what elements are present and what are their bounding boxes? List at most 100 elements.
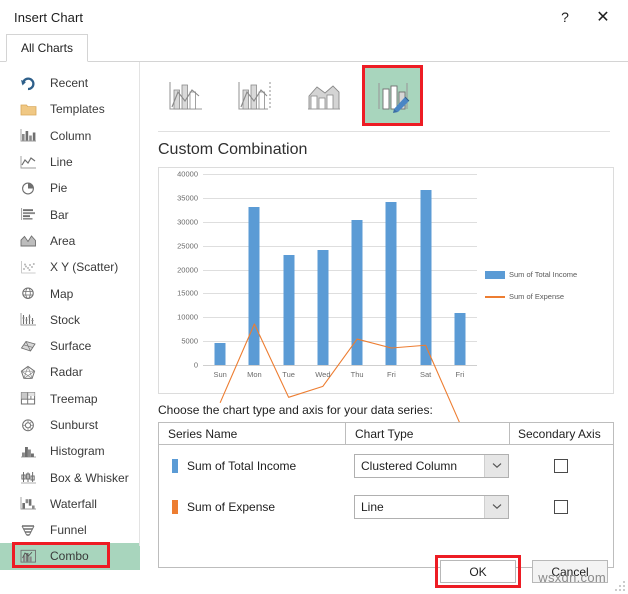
- sidebar-item-label: Bar: [50, 207, 69, 222]
- sidebar-item-label: Sunburst: [50, 418, 99, 432]
- secondary-axis-checkbox[interactable]: [554, 499, 568, 514]
- sidebar-item-label: Box & Whisker: [50, 470, 129, 485]
- surface-icon: [18, 337, 38, 355]
- sidebar-item-bar[interactable]: Bar: [0, 201, 140, 227]
- column-chart-icon: [18, 127, 38, 145]
- sidebar-item-column[interactable]: Column: [0, 123, 140, 149]
- sidebar-item-treemap[interactable]: Treemap: [0, 386, 140, 412]
- dialog-footer: OK Cancel wsxdn.com: [0, 546, 628, 594]
- dialog-body: Recent Templates Column Line Pie Bar Area X Y (…: [0, 62, 628, 570]
- sidebar-item-label: Recent: [50, 76, 89, 91]
- bar-chart-icon: [18, 206, 38, 224]
- sidebar-item-x-y-scatter[interactable]: X Y (Scatter): [0, 254, 140, 280]
- legend-item: Sum of Expense: [485, 292, 603, 301]
- legend-label: Sum of Expense: [509, 292, 565, 301]
- sidebar-item-waterfall[interactable]: Waterfall: [0, 491, 140, 517]
- sidebar-item-sunburst[interactable]: Sunburst: [0, 412, 140, 438]
- sidebar-item-recent[interactable]: Recent: [0, 70, 140, 96]
- sidebar-item-label: Stock: [50, 312, 81, 327]
- legend-label: Sum of Total Income: [509, 270, 578, 279]
- treemap-icon: [18, 390, 38, 408]
- ok-button[interactable]: OK: [440, 560, 516, 583]
- pie-chart-icon: [18, 179, 38, 197]
- sidebar-item-line[interactable]: Line: [0, 149, 140, 175]
- x-axis-tick: Sat: [419, 370, 432, 379]
- column-header-secondary-axis: Secondary Axis: [509, 423, 613, 444]
- series-row: Sum of Expense Line: [159, 486, 613, 527]
- plot-area: 0 5000 10000 15000 20000 25000 30000 35000 40000…: [163, 170, 483, 389]
- help-button[interactable]: ?: [546, 2, 584, 32]
- tab-strip: All Charts: [0, 34, 628, 62]
- series-color-chip: [172, 458, 178, 473]
- sidebar-item-pie[interactable]: Pie: [0, 175, 140, 201]
- x-axis-tick: Tue: [282, 370, 295, 379]
- y-axis-tick: 25000: [177, 241, 198, 251]
- combo-subtype-thumbnails: [150, 62, 614, 131]
- sidebar-item-label: Histogram: [50, 444, 105, 459]
- thumbnail-clustered-column-line-secondary[interactable]: [227, 68, 282, 123]
- y-axis-tick: 30000: [177, 217, 198, 227]
- y-axis-tick: 10000: [177, 312, 198, 322]
- thumbnail-custom-combination[interactable]: [362, 65, 423, 126]
- sidebar-item-label: Area: [50, 233, 76, 248]
- sidebar-item-label: Map: [50, 286, 74, 301]
- sidebar-item-templates[interactable]: Templates: [0, 96, 140, 122]
- series-type-cell: Line: [345, 494, 509, 519]
- y-axis-tick: 0: [193, 360, 198, 370]
- x-axis-tick: Fri: [455, 370, 465, 379]
- legend-swatch: [485, 270, 505, 279]
- waterfall-icon: [18, 495, 38, 513]
- tab-all-charts[interactable]: All Charts: [6, 34, 89, 62]
- sidebar-item-label: Pie: [50, 181, 68, 196]
- legend-swatch: [485, 295, 505, 298]
- series-table-header: Series Name Chart Type Secondary Axis: [159, 423, 613, 445]
- chart-type-dropdown[interactable]: Clustered Column: [354, 453, 509, 478]
- series-name-label: Sum of Total Income: [187, 458, 297, 473]
- sidebar-item-surface[interactable]: Surface: [0, 333, 140, 359]
- watermark: wsxdn.com: [538, 570, 606, 585]
- y-axis-tick: 40000: [177, 169, 198, 179]
- series-color-chip: [172, 499, 178, 514]
- x-axis-tick: Thu: [350, 370, 364, 379]
- chart-preview-pane: Custom Combination 0 5000 10000 15000 20000 2…: [140, 62, 628, 568]
- sidebar-item-histogram[interactable]: Histogram: [0, 438, 140, 464]
- line-series: [203, 174, 477, 448]
- sidebar-item-label: Treemap: [50, 391, 98, 406]
- plot-canvas: [203, 174, 477, 365]
- chevron-down-icon[interactable]: [484, 454, 508, 477]
- y-axis-tick: 5000: [181, 336, 198, 346]
- chart-type-dropdown[interactable]: Line: [354, 494, 509, 519]
- chart-type-sidebar: Recent Templates Column Line Pie Bar Area X Y (…: [0, 62, 140, 570]
- sidebar-item-stock[interactable]: Stock: [0, 307, 140, 333]
- line-chart-icon: [18, 153, 38, 171]
- window-title: Insert Chart: [14, 9, 84, 25]
- folder-icon: [18, 100, 38, 118]
- title-bar: Insert Chart ? ✕: [0, 0, 628, 34]
- resize-grip[interactable]: [615, 581, 625, 591]
- map-icon: [18, 285, 38, 303]
- secondary-axis-cell: [509, 499, 613, 514]
- y-axis: 0 5000 10000 15000 20000 25000 30000 35000 40000: [163, 170, 201, 370]
- sidebar-item-radar[interactable]: Radar: [0, 359, 140, 385]
- chart-preview[interactable]: 0 5000 10000 15000 20000 25000 30000 35000 40000…: [158, 167, 614, 394]
- sidebar-item-funnel[interactable]: Funnel: [0, 517, 140, 543]
- chevron-down-icon[interactable]: [484, 495, 508, 518]
- close-icon[interactable]: ✕: [584, 2, 622, 32]
- recent-icon: [18, 74, 38, 92]
- secondary-axis-checkbox[interactable]: [554, 458, 568, 473]
- box-whisker-icon: [18, 469, 38, 487]
- y-axis-tick: 35000: [177, 193, 198, 203]
- sidebar-item-box-whisker[interactable]: Box & Whisker: [0, 464, 140, 490]
- y-axis-tick: 20000: [177, 265, 198, 274]
- thumbnail-clustered-column-line[interactable]: [158, 68, 213, 123]
- radar-icon: [18, 363, 38, 381]
- chart-type-value: Line: [361, 499, 384, 514]
- funnel-icon: [18, 521, 38, 539]
- sidebar-item-map[interactable]: Map: [0, 280, 140, 306]
- sidebar-item-label: X Y (Scatter): [50, 260, 119, 275]
- sidebar-item-area[interactable]: Area: [0, 228, 140, 254]
- column-header-chart-type: Chart Type: [345, 423, 509, 444]
- x-axis-tick: Fri: [387, 370, 396, 379]
- column-header-series-name: Series Name: [168, 426, 238, 441]
- thumbnail-stacked-area-clustered-column[interactable]: [296, 68, 351, 123]
